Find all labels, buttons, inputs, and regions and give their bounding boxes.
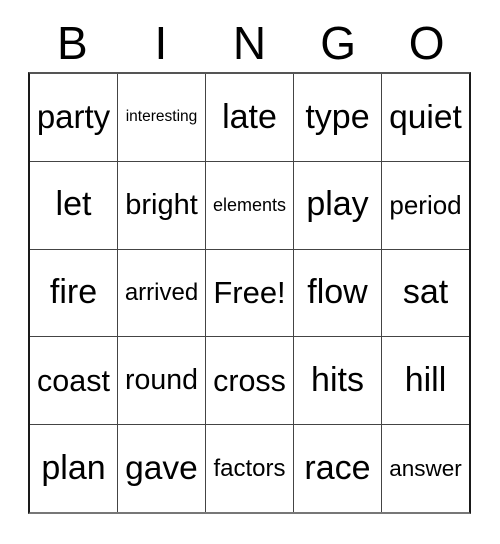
bingo-cell-label: hill xyxy=(404,360,447,399)
bingo-cell[interactable]: answer xyxy=(381,425,469,512)
bingo-cell[interactable]: round xyxy=(117,337,205,425)
bingo-cell-label: interesting xyxy=(125,108,198,126)
bingo-header-letter-i: I xyxy=(154,17,168,69)
bingo-header-letter-g: G xyxy=(320,17,356,69)
bingo-cell[interactable]: play xyxy=(293,161,381,249)
bingo-cell-label: period xyxy=(389,189,462,220)
bingo-cell[interactable]: fire xyxy=(30,249,117,337)
bingo-row: plan gave factors race answer xyxy=(30,424,469,512)
bingo-cell-label: round xyxy=(125,363,198,396)
bingo-cell[interactable]: arrived xyxy=(117,249,205,337)
bingo-grid: party interesting late type quiet let br… xyxy=(28,72,471,514)
bingo-cell[interactable]: type xyxy=(293,74,381,161)
bingo-cell[interactable]: bright xyxy=(117,161,205,249)
bingo-cell[interactable]: period xyxy=(381,161,469,249)
bingo-cell[interactable]: gave xyxy=(117,425,205,512)
bingo-row: coast round cross hits hill xyxy=(30,336,469,425)
bingo-cell-label: arrived xyxy=(124,279,199,307)
bingo-cell-label: answer xyxy=(389,455,462,481)
bingo-cell[interactable]: late xyxy=(205,74,293,161)
bingo-header-letter-b: B xyxy=(56,17,88,69)
bingo-row: let bright elements play period xyxy=(30,160,469,249)
bingo-cell-label: cross xyxy=(213,363,286,398)
bingo-row: fire arrived Free! flow sat xyxy=(30,248,469,337)
bingo-cell[interactable]: hits xyxy=(293,337,381,425)
bingo-cell-label: elements xyxy=(212,194,287,215)
bingo-cell[interactable]: coast xyxy=(30,337,117,425)
bingo-cell[interactable]: flow xyxy=(293,249,381,337)
bingo-cell[interactable]: plan xyxy=(30,425,117,512)
bingo-card: B I N G O party interesting late type qu… xyxy=(0,0,500,544)
bingo-cell[interactable]: cross xyxy=(205,337,293,425)
bingo-cell-label: Free! xyxy=(213,274,286,310)
bingo-cell[interactable]: interesting xyxy=(117,74,205,161)
bingo-cell-label: plan xyxy=(41,448,106,487)
bingo-cell-label: hits xyxy=(311,360,364,399)
bingo-cell[interactable]: factors xyxy=(205,425,293,512)
bingo-cell[interactable]: hill xyxy=(381,337,469,425)
bingo-cell-label: bright xyxy=(125,188,198,221)
bingo-cell-label: sat xyxy=(402,273,449,312)
bingo-cell[interactable]: party xyxy=(30,74,117,161)
bingo-cell[interactable]: quiet xyxy=(381,74,469,161)
bingo-cell-label: race xyxy=(304,448,371,487)
bingo-cell[interactable]: let xyxy=(30,161,117,249)
bingo-cell[interactable]: elements xyxy=(205,161,293,249)
bingo-cell[interactable]: race xyxy=(293,425,381,512)
bingo-cell-label: play xyxy=(306,185,369,224)
bingo-cell-label: late xyxy=(222,97,277,136)
bingo-cell-free-space[interactable]: Free! xyxy=(205,249,293,337)
bingo-cell[interactable]: sat xyxy=(381,249,469,337)
bingo-header-letter-o: O xyxy=(408,17,445,69)
bingo-row: party interesting late type quiet xyxy=(30,74,469,161)
bingo-header-row: B I N G O xyxy=(28,16,471,71)
bingo-cell-label: party xyxy=(36,98,111,136)
bingo-cell-label: factors xyxy=(213,454,286,482)
bingo-cell-label: let xyxy=(55,185,92,224)
bingo-cell-label: flow xyxy=(307,273,368,312)
bingo-cell-label: quiet xyxy=(389,98,462,136)
bingo-header-letter-n: N xyxy=(232,17,267,69)
bingo-cell-label: type xyxy=(305,97,370,136)
bingo-cell-label: gave xyxy=(125,450,198,487)
bingo-cell-label: coast xyxy=(37,363,110,398)
bingo-cell-label: fire xyxy=(49,273,98,312)
